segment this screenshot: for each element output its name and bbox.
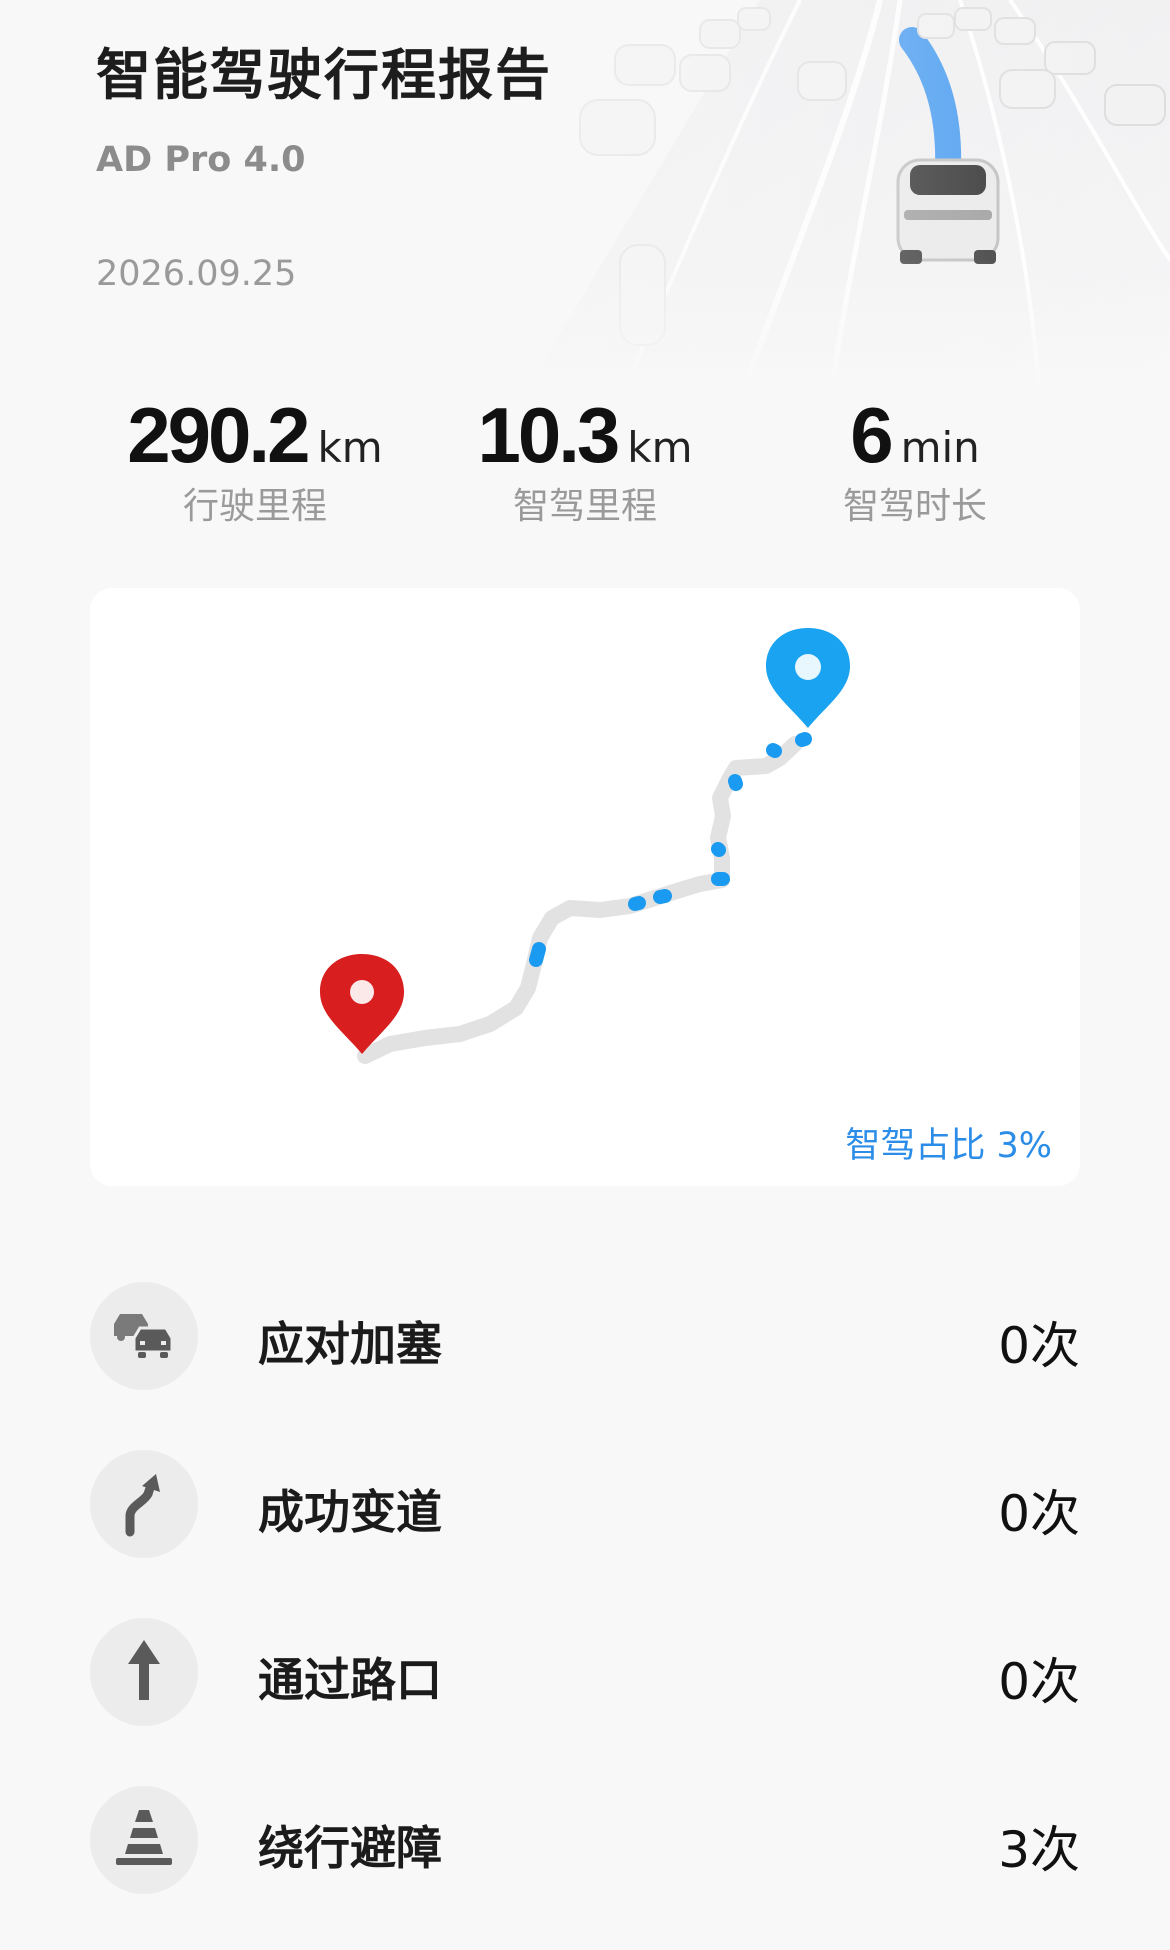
trip-date: 2026.09.25 — [96, 254, 297, 294]
stat-assisted-distance: 10.3 km 智驾里程 — [420, 390, 750, 529]
assist-segment — [795, 732, 812, 747]
traffic-jam-icon — [90, 1282, 198, 1390]
event-count: 3次 — [998, 1821, 1080, 1879]
assist-segment — [711, 842, 726, 857]
stat-unit: km — [627, 423, 693, 472]
event-count: 0次 — [998, 1317, 1080, 1375]
event-count: 0次 — [998, 1653, 1080, 1711]
event-label: 绕行避障 — [258, 1821, 442, 1875]
stat-value: 6 — [850, 391, 893, 479]
stat-label: 行驶里程 — [182, 486, 327, 527]
stat-label: 智驾里程 — [512, 486, 657, 527]
stat-value: 290.2 — [127, 391, 310, 479]
route-path — [357, 736, 803, 1064]
intersection-arrow-icon — [90, 1618, 198, 1726]
list-item-obstacle-avoidance[interactable]: 绕行避障 3次 — [90, 1786, 1080, 1896]
event-label: 通过路口 — [258, 1653, 442, 1707]
stat-unit: min — [900, 423, 980, 472]
event-count: 0次 — [998, 1485, 1080, 1543]
stat-label: 智驾时长 — [842, 486, 987, 527]
assist-segment — [653, 889, 672, 904]
event-label: 应对加塞 — [258, 1317, 442, 1371]
stat-unit: km — [317, 423, 383, 472]
list-item-lane-change[interactable]: 成功变道 0次 — [90, 1450, 1080, 1560]
assist-segment — [628, 896, 646, 911]
assist-segment — [529, 942, 546, 967]
route-map-card[interactable]: 智驾占比 3% — [90, 588, 1080, 1186]
event-label: 成功变道 — [258, 1485, 442, 1539]
assist-segment — [728, 774, 743, 791]
stat-value: 10.3 — [477, 391, 620, 479]
assist-segment — [766, 743, 782, 758]
start-pin-icon — [766, 628, 850, 728]
system-version: AD Pro 4.0 — [96, 140, 306, 180]
assisted-ratio-label: 智驾占比 3% — [845, 1126, 1052, 1166]
stat-total-distance: 290.2 km 行驶里程 — [90, 390, 420, 529]
list-item-intersection[interactable]: 通过路口 0次 — [90, 1618, 1080, 1728]
traffic-cone-icon — [90, 1786, 198, 1894]
report-header: 智能驾驶行程报告 AD Pro 4.0 2026.09.25 — [0, 0, 1170, 400]
page-title: 智能驾驶行程报告 — [96, 43, 553, 107]
stat-assisted-duration: 6 min 智驾时长 — [750, 390, 1080, 529]
lane-change-icon — [90, 1450, 198, 1558]
route-map — [320, 628, 850, 1064]
list-item-cut-in[interactable]: 应对加塞 0次 — [90, 1282, 1080, 1392]
